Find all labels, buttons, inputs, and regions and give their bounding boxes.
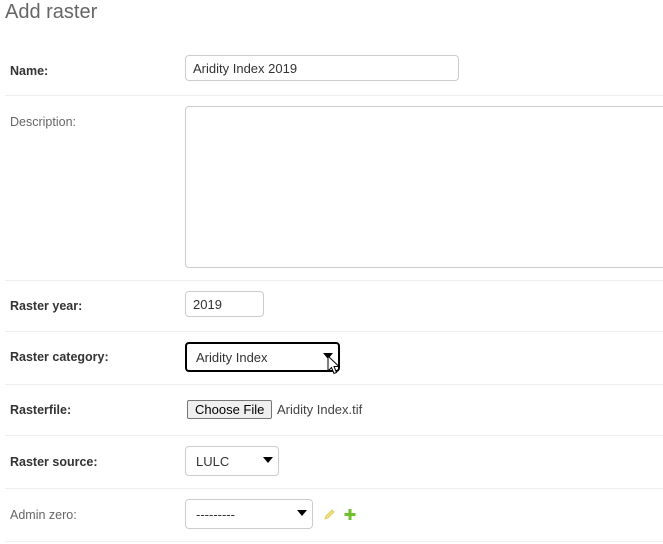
name-input[interactable] (185, 55, 459, 81)
plus-icon[interactable] (344, 508, 356, 521)
file-name: Aridity Index.tif (277, 402, 363, 417)
raster-year-input[interactable] (185, 291, 264, 317)
raster-category-label: Raster category: (10, 350, 109, 364)
raster-source-row (5, 436, 663, 489)
chevron-down-icon (297, 510, 307, 516)
description-textarea[interactable] (185, 106, 663, 268)
raster-category-selected: Aridity Index (196, 350, 268, 365)
admin-zero-label: Admin zero: (10, 508, 77, 522)
choose-file-button[interactable]: Choose File (187, 400, 273, 419)
raster-category-select[interactable]: Aridity Index (185, 342, 340, 372)
pencil-icon[interactable] (323, 508, 336, 521)
chevron-down-icon (263, 457, 273, 463)
raster-source-select[interactable]: LULC (185, 446, 279, 476)
raster-source-label: Raster source: (10, 455, 98, 469)
raster-year-row (5, 281, 663, 332)
page-title: Add raster (5, 1, 98, 23)
admin-zero-selected: --------- (196, 507, 235, 522)
rasterfile-label: Rasterfile: (10, 403, 72, 417)
mouse-pointer-icon (327, 355, 341, 375)
admin-zero-select[interactable]: --------- (185, 499, 313, 529)
name-label: Name: (10, 64, 49, 78)
raster-source-selected: LULC (196, 454, 230, 469)
description-label: Description: (10, 115, 76, 129)
raster-year-label: Raster year: (10, 299, 83, 313)
